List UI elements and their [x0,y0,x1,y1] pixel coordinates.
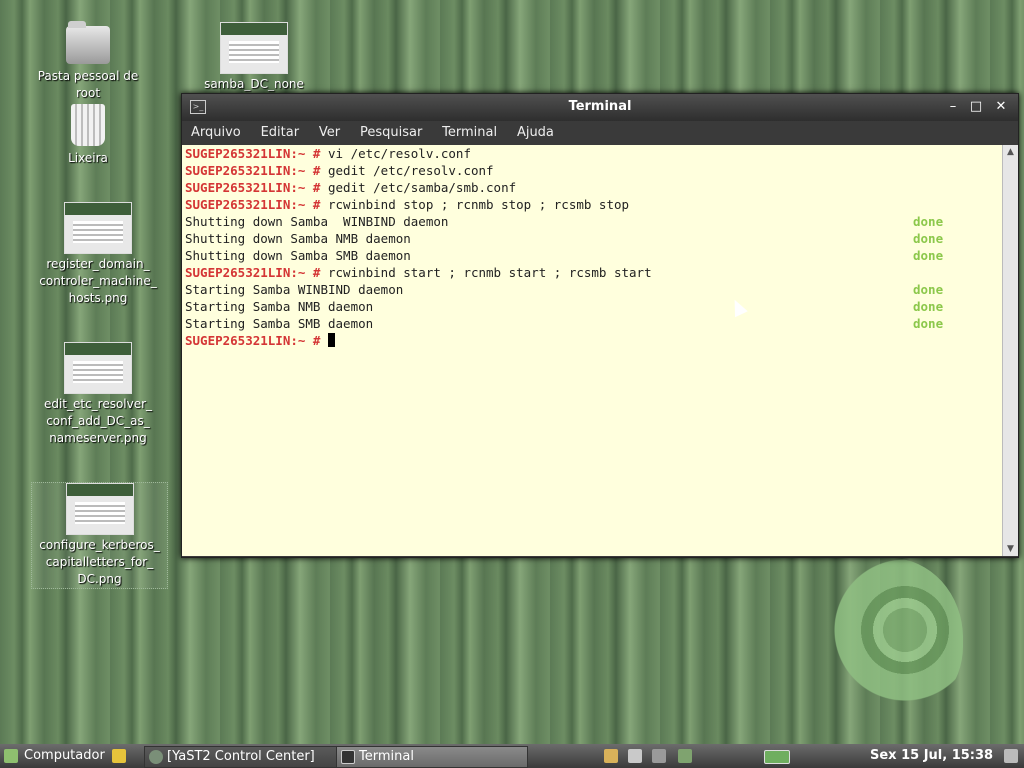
output-text: Starting Samba WINBIND daemon [185,282,404,297]
home-folder-icon[interactable]: Pasta pessoal de root [28,21,148,102]
terminal-line: SUGEP265321LIN:~ # gedit /etc/samba/smb.… [182,179,1002,196]
terminal-window[interactable]: >_ Terminal – □ ✕ Arquivo Editar Ver Pes… [181,93,1019,558]
network-icon[interactable] [678,749,692,763]
maximize-button[interactable]: □ [967,98,985,116]
clock[interactable]: Sex 15 Jul, 15:38 [870,746,993,766]
taskbar-item-yast[interactable]: [YaST2 Control Center] [144,746,348,768]
terminal-line: Starting Samba NMB daemon done [182,298,1002,315]
image-thumbnail [64,202,132,254]
desktop-icon-label: Lixeira [68,151,108,165]
status-done: done [913,316,944,331]
status-done: done [913,282,944,297]
terminal-line: Starting Samba SMB daemon done [182,315,1002,332]
volume-icon[interactable] [652,749,666,763]
text-editor-launcher-icon[interactable] [112,749,126,763]
clipboard-icon[interactable] [604,749,618,763]
desktop-file-configure-kerberos[interactable]: configure_kerberos_ capitalletters_for_ … [31,482,168,589]
status-done: done [913,248,944,263]
output-text: Shutting down Samba WINBIND daemon [185,214,449,229]
shell-prompt: SUGEP265321LIN:~ # [185,146,321,161]
trash-icon [71,104,105,146]
image-thumbnail [64,342,132,394]
terminal-line: SUGEP265321LIN:~ # vi /etc/resolv.conf [182,145,1002,162]
yast-icon [149,750,163,764]
task-label: Terminal [359,749,414,764]
menu-ver[interactable]: Ver [310,121,347,140]
start-menu-label: Computador [24,748,105,763]
scrollbar[interactable]: ▲ ▼ [1002,145,1018,556]
taskbar-item-terminal[interactable]: Terminal [336,746,528,768]
terminal-line: SUGEP265321LIN:~ # rcwinbind start ; rcn… [182,264,1002,281]
desktop-icon-label: register_domain_ controler_machine_ host… [39,257,157,305]
menu-terminal[interactable]: Terminal [433,121,504,140]
terminal-line: Shutting down Samba SMB daemon done [182,247,1002,264]
text-cursor [328,333,335,347]
terminal-line: SUGEP265321LIN:~ # gedit /etc/resolv.con… [182,162,1002,179]
terminal-line: Starting Samba WINBIND daemon done [182,281,1002,298]
desktop-icon-label: samba_DC_none [204,77,304,91]
opensuse-logo [818,558,963,718]
scroll-down-arrow-icon[interactable]: ▼ [1003,542,1018,556]
shell-prompt: SUGEP265321LIN:~ # [185,197,321,212]
terminal-line: Shutting down Samba NMB daemon done [182,230,1002,247]
close-button[interactable]: ✕ [992,98,1010,116]
window-title: Terminal [568,99,632,114]
output-text: Shutting down Samba NMB daemon [185,231,411,246]
terminal-output[interactable]: SUGEP265321LIN:~ # vi /etc/resolv.conf SU… [182,145,1002,556]
taskbar: Computador [YaST2 Control Center] Termin… [0,744,1024,768]
desktop-file-register-domain[interactable]: register_domain_ controler_machine_ host… [38,202,158,307]
shell-prompt: SUGEP265321LIN:~ # [185,163,321,178]
task-label: [YaST2 Control Center] [167,749,315,764]
menu-bar: Arquivo Editar Ver Pesquisar Terminal Aj… [182,121,1018,145]
terminal-icon [341,750,355,764]
terminal-line: SUGEP265321LIN:~ # rcwinbind stop ; rcnm… [182,196,1002,213]
image-thumbnail [220,22,288,74]
trash-icon-item[interactable]: Lixeira [28,104,148,167]
window-titlebar[interactable]: >_ Terminal – □ ✕ [182,94,1018,121]
terminal-line: Shutting down Samba WINBIND daemon done [182,213,1002,230]
output-text: Starting Samba NMB daemon [185,299,374,314]
command-text: rcwinbind start ; rcnmb start ; rcsmb st… [320,265,652,280]
minimize-button[interactable]: – [944,98,962,116]
command-text [320,333,328,348]
computer-icon [4,749,18,763]
status-done: done [913,214,944,229]
desktop-file-edit-resolver[interactable]: edit_etc_resolver_ conf_add_DC_as_ names… [38,342,158,447]
status-done: done [913,299,944,314]
command-text: rcwinbind stop ; rcnmb stop ; rcsmb stop [320,197,630,212]
status-done: done [913,231,944,246]
workspace-switcher-icon[interactable] [764,750,790,764]
desktop-icon-label: edit_etc_resolver_ conf_add_DC_as_ names… [43,397,153,445]
shell-prompt: SUGEP265321LIN:~ # [185,265,321,280]
output-text: Starting Samba SMB daemon [185,316,374,331]
menu-arquivo[interactable]: Arquivo [182,121,248,140]
menu-ajuda[interactable]: Ajuda [508,121,561,140]
scroll-up-arrow-icon[interactable]: ▲ [1003,145,1018,159]
desktop-icon-label: configure_kerberos_ capitalletters_for_ … [39,538,160,586]
shell-prompt: SUGEP265321LIN:~ # [185,333,321,348]
command-text: vi /etc/resolv.conf [320,146,471,161]
menu-editar[interactable]: Editar [252,121,307,140]
command-text: gedit /etc/samba/smb.conf [320,180,517,195]
folder-icon [66,21,110,64]
desktop-file-samba-dc[interactable]: samba_DC_none [194,22,314,93]
command-text: gedit /etc/resolv.conf [320,163,494,178]
shell-prompt: SUGEP265321LIN:~ # [185,180,321,195]
output-text: Shutting down Samba SMB daemon [185,248,411,263]
terminal-line: SUGEP265321LIN:~ # [182,332,1002,349]
image-thumbnail [65,483,134,535]
screenshot-icon[interactable] [628,749,642,763]
show-desktop-icon[interactable] [1004,749,1018,763]
menu-pesquisar[interactable]: Pesquisar [351,121,429,140]
desktop-icon-label: Pasta pessoal de root [37,69,139,100]
